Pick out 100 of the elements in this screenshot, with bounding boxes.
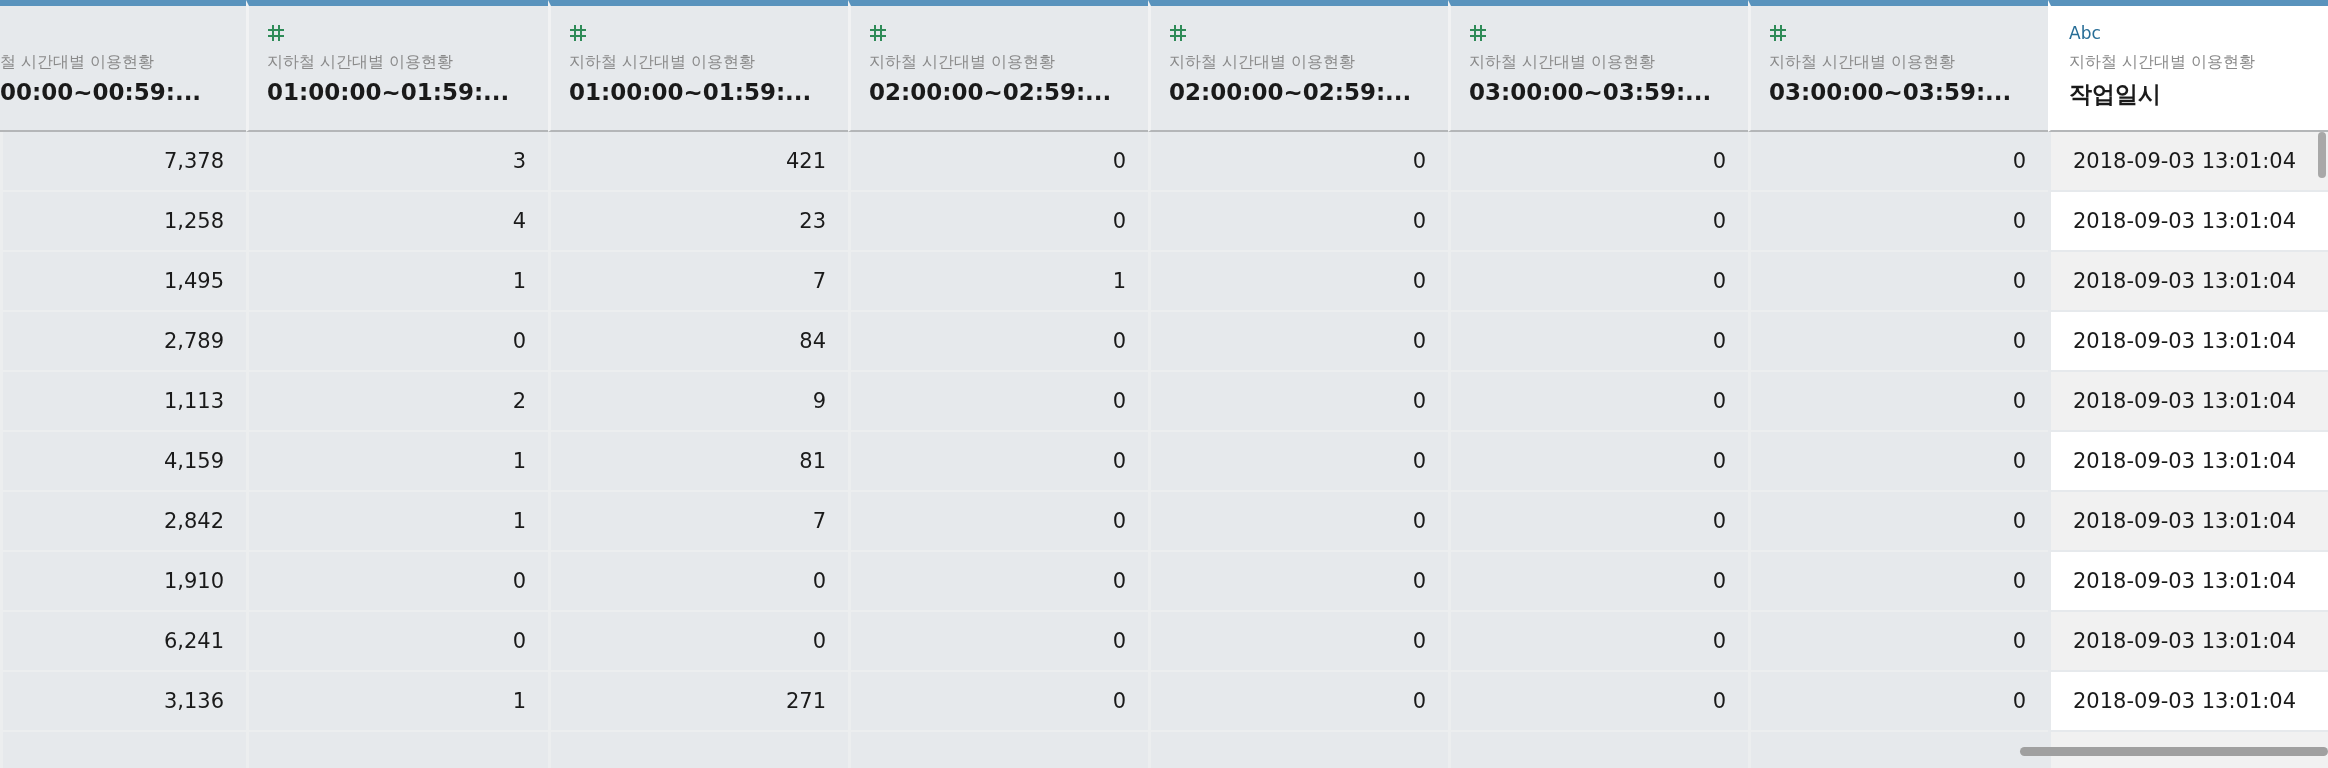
table-cell: 9 xyxy=(548,372,848,432)
column-header[interactable]: 지하철 시간대별 이용현황 02:00:00~02:59:... xyxy=(848,0,1148,132)
column-header[interactable]: 지하철 시간대별 이용현황 01:00:00~01:59:... xyxy=(548,0,848,132)
vertical-scrollbar[interactable] xyxy=(2318,132,2326,178)
table-cell: 7,378 xyxy=(0,132,246,192)
table-cell: 1,258 xyxy=(0,192,246,252)
table-cell: 0 xyxy=(1448,252,1748,312)
table-cell: 0 xyxy=(1748,252,2048,312)
table-cell: 0 xyxy=(1448,432,1748,492)
column-title: 02:00:00~02:59:... xyxy=(869,79,1113,105)
column-source: 지하철 시간대별 이용현황 xyxy=(1769,52,1957,73)
table-cell: 7 xyxy=(548,252,848,312)
table-cell: 1,495 xyxy=(0,252,246,312)
table-cell: 2,789 xyxy=(0,312,246,372)
table-cell: 0 xyxy=(1748,132,2048,192)
table-cell: 1,910 xyxy=(0,552,246,612)
column-source: 지하철 시간대별 이용현황 xyxy=(267,52,455,73)
table-cell: 0 xyxy=(848,132,1148,192)
column-title: 01:00:00~01:59:... xyxy=(267,79,511,105)
table-cell: 0 xyxy=(246,552,548,612)
column-header[interactable]: 지하철 시간대별 이용현황 02:00:00~02:59:... xyxy=(1148,0,1448,132)
table-cell: 0 xyxy=(548,612,848,672)
column-header[interactable]: 지하철 시간대별 이용현황 03:00:00~03:59:... xyxy=(1448,0,1748,132)
number-type-icon xyxy=(1769,24,1787,42)
column-title: 작업일시 xyxy=(2069,80,2162,109)
table-cell: 2018-09-03 13:01:04 xyxy=(2048,252,2328,312)
table-cell: 0 xyxy=(848,492,1148,552)
column-header[interactable]: 지하철 시간대별 이용현황 03:00:00~03:59:... xyxy=(1748,0,2048,132)
table-cell: 2 xyxy=(246,372,548,432)
table-cell: 4,159 xyxy=(0,432,246,492)
table-cell: 0 xyxy=(1748,552,2048,612)
table-cell: 1 xyxy=(246,432,548,492)
table-cell: 1 xyxy=(848,252,1148,312)
table-cell: 0 xyxy=(1448,552,1748,612)
table-cell: 2,842 xyxy=(0,492,246,552)
column-title: 03:00:00~03:59:... xyxy=(1469,79,1713,105)
table-cell: 0 xyxy=(1448,132,1748,192)
table-cell: 0 xyxy=(1148,132,1448,192)
table-cell: 0 xyxy=(848,312,1148,372)
table-cell: 0 xyxy=(1148,492,1448,552)
column-source: 지하철 시간대별 이용현황 xyxy=(1469,52,1657,73)
table-cell: 0 xyxy=(1448,372,1748,432)
column-header[interactable]: Abc 지하철 시간대별 이용현황 작업일시 xyxy=(2048,0,2328,132)
table-cell: 0 xyxy=(1748,612,2048,672)
table-cell: 271 xyxy=(548,672,848,732)
table-cell: 0 xyxy=(548,552,848,612)
number-type-icon xyxy=(1169,24,1187,42)
table-cell: 0 xyxy=(1748,372,2048,432)
table-cell: 0 xyxy=(1748,492,2048,552)
table-cell: 0 xyxy=(246,612,548,672)
table-cell: 2018-09-03 13:01:04 xyxy=(2048,492,2328,552)
table-cell: 0 xyxy=(848,432,1148,492)
table-cell: 2018-09-03 13:01:04 xyxy=(2048,612,2328,672)
table-cell: 0 xyxy=(1748,312,2048,372)
table-cell: 0 xyxy=(1748,672,2048,732)
column-source: 지하철 시간대별 이용현황 xyxy=(869,52,1057,73)
column-title: 01:00:00~01:59:... xyxy=(569,79,813,105)
table-cell: 0 xyxy=(1448,672,1748,732)
number-type-icon xyxy=(267,24,285,42)
column-title: 00:00~00:59:... xyxy=(0,79,203,105)
table-cell: 0 xyxy=(1148,672,1448,732)
table-cell: 4 xyxy=(246,192,548,252)
table-cell: 3 xyxy=(246,132,548,192)
number-type-icon xyxy=(1469,24,1487,42)
table-cell: 23 xyxy=(548,192,848,252)
table-cell: 0 xyxy=(1448,492,1748,552)
column-header[interactable]: 철 시간대별 이용현황 00:00~00:59:... xyxy=(0,0,246,132)
table-cell: 0 xyxy=(848,672,1148,732)
table-cell: 0 xyxy=(1148,312,1448,372)
table-cell: 0 xyxy=(1448,312,1748,372)
table-cell: 0 xyxy=(848,612,1148,672)
column-header[interactable]: 지하철 시간대별 이용현황 01:00:00~01:59:... xyxy=(246,0,548,132)
table-cell: 1 xyxy=(246,252,548,312)
column-source: 철 시간대별 이용현황 xyxy=(0,52,156,73)
table-cell: 0 xyxy=(848,372,1148,432)
table-cell: 0 xyxy=(246,312,548,372)
type-label: Abc xyxy=(2069,23,2101,43)
table-cell: 2018-09-03 13:01:04 xyxy=(2048,192,2328,252)
table-cell: 0 xyxy=(1748,192,2048,252)
table-cell: 0 xyxy=(848,192,1148,252)
number-type-icon xyxy=(869,24,887,42)
table-cell: 0 xyxy=(848,552,1148,612)
table-cell: 0 xyxy=(1148,552,1448,612)
table-cell: 0 xyxy=(1148,612,1448,672)
horizontal-scrollbar[interactable] xyxy=(2020,747,2328,756)
table-cell: 3,136 xyxy=(0,672,246,732)
table-cell: 1,113 xyxy=(0,372,246,432)
table-cell: 0 xyxy=(1448,192,1748,252)
table-cell: 2018-09-03 13:01:04 xyxy=(2048,432,2328,492)
table-cell: 0 xyxy=(1148,252,1448,312)
table-cell: 0 xyxy=(1148,192,1448,252)
table-cell: 2018-09-03 13:01:04 xyxy=(2048,552,2328,612)
table-cell: 1 xyxy=(246,492,548,552)
table-cell: 2018-09-03 13:01:04 xyxy=(2048,132,2328,192)
table-cell: 1 xyxy=(246,672,548,732)
table-cell: 2018-09-03 13:01:04 xyxy=(2048,372,2328,432)
table-cell: 2018-09-03 13:01:04 xyxy=(2048,672,2328,732)
number-type-icon xyxy=(569,24,587,42)
table-cell: 7 xyxy=(548,492,848,552)
table-cell: 2018-09-03 13:01:04 xyxy=(2048,312,2328,372)
